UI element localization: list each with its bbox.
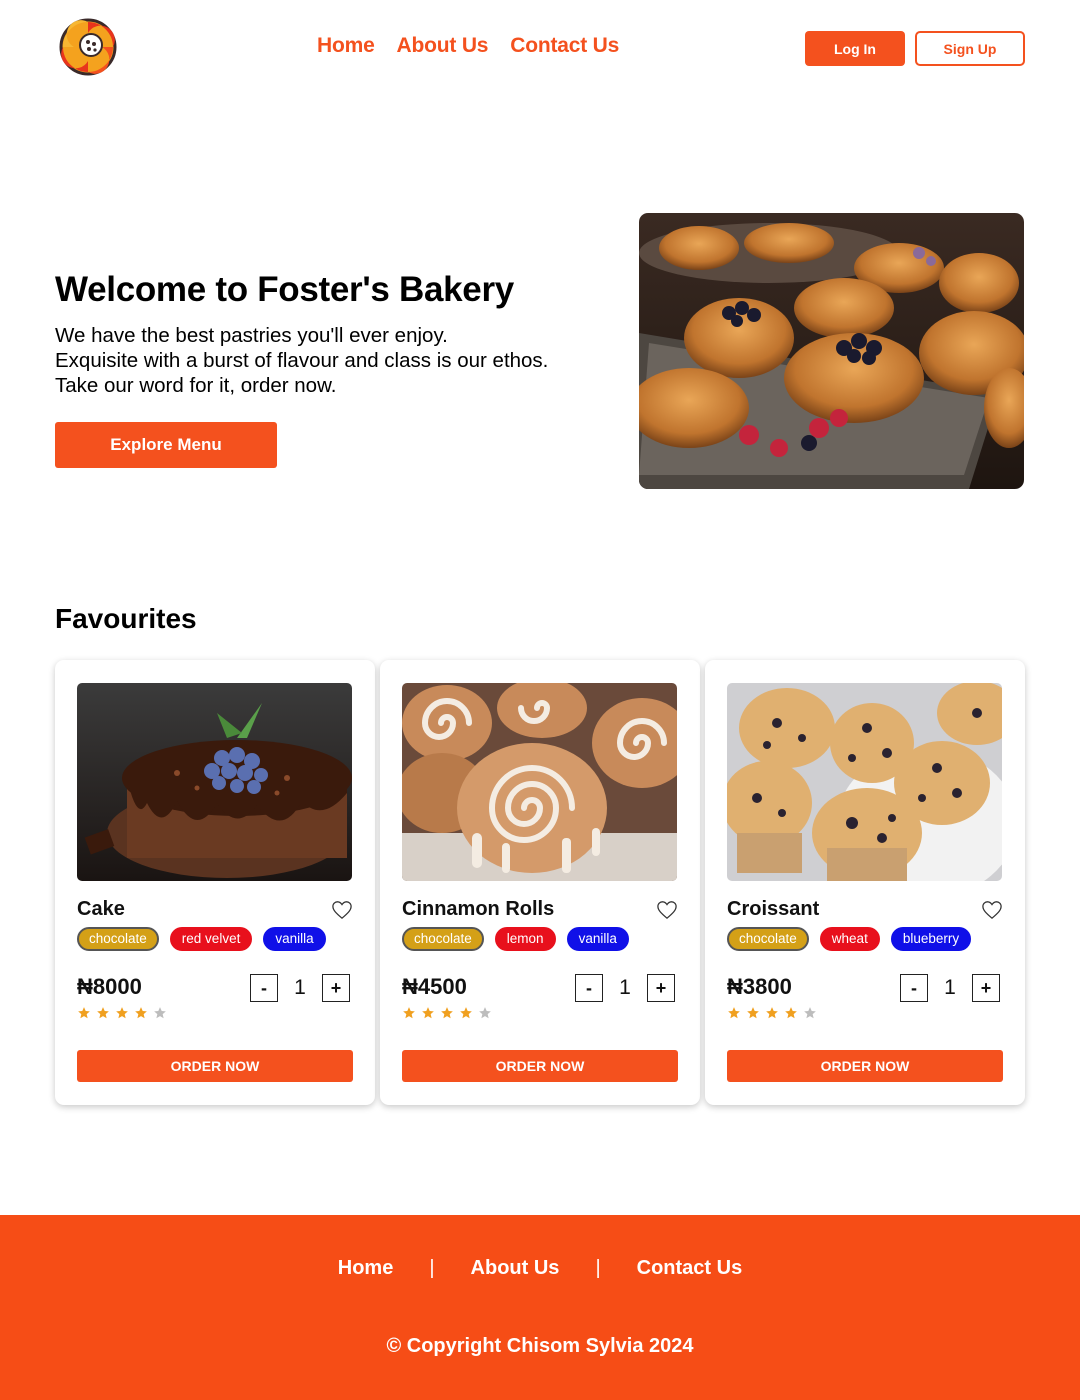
- tag-wheat: wheat: [819, 927, 880, 951]
- hero-description: We have the best pastries you'll ever en…: [55, 323, 548, 398]
- star-filled-icon: [97, 1007, 109, 1019]
- quantity-value: 1: [294, 976, 306, 999]
- decrease-quantity-button[interactable]: -: [250, 974, 278, 1002]
- product-name: Cinnamon Rolls: [402, 898, 555, 920]
- rating-stars: [402, 1006, 492, 1020]
- signup-button[interactable]: Sign Up: [915, 31, 1025, 66]
- nav-contact-link[interactable]: Contact Us: [510, 34, 619, 58]
- footer-home-link[interactable]: Home: [338, 1257, 394, 1280]
- heart-icon[interactable]: [981, 900, 1003, 920]
- increase-quantity-button[interactable]: +: [972, 974, 1000, 1002]
- tag-chocolate: chocolate: [727, 927, 809, 951]
- main-nav: Home About Us Contact Us: [317, 34, 619, 58]
- quantity-stepper: - 1 +: [900, 974, 1000, 1002]
- increase-quantity-button[interactable]: +: [647, 974, 675, 1002]
- footer-contact-link[interactable]: Contact Us: [637, 1257, 743, 1280]
- nav-home-link[interactable]: Home: [317, 34, 375, 58]
- tag-red-velvet: red velvet: [169, 927, 253, 951]
- hero-title: Welcome to Foster's Bakery: [55, 270, 514, 309]
- product-image: [402, 683, 677, 881]
- product-tags: chocolate red velvet vanilla: [77, 927, 326, 951]
- product-image: [727, 683, 1002, 881]
- nav-about-link[interactable]: About Us: [397, 34, 489, 58]
- footer-nav: Home | About Us | Contact Us: [0, 1257, 1080, 1280]
- tag-chocolate: chocolate: [77, 927, 159, 951]
- hero-line: We have the best pastries you'll ever en…: [55, 324, 448, 347]
- quantity-stepper: - 1 +: [250, 974, 350, 1002]
- copyright-text: © Copyright Chisom Sylvia 2024: [386, 1335, 694, 1357]
- star-filled-icon: [747, 1007, 759, 1019]
- product-price: ₦3800: [727, 974, 792, 999]
- star-filled-icon: [116, 1007, 128, 1019]
- tag-vanilla: vanilla: [263, 927, 326, 951]
- rating-stars: [77, 1006, 167, 1020]
- product-tags: chocolate wheat blueberry: [727, 927, 972, 951]
- quantity-value: 1: [944, 976, 956, 999]
- tag-chocolate: chocolate: [402, 927, 484, 951]
- bakery-logo-icon[interactable]: [59, 18, 117, 76]
- star-filled-icon: [766, 1007, 778, 1019]
- footer-separator: |: [429, 1257, 435, 1279]
- heart-icon[interactable]: [656, 900, 678, 920]
- order-now-button[interactable]: ORDER NOW: [402, 1050, 678, 1082]
- quantity-value: 1: [619, 976, 631, 999]
- login-button[interactable]: Log In: [805, 31, 905, 66]
- product-name: Croissant: [727, 898, 820, 920]
- heart-icon[interactable]: [331, 900, 353, 920]
- tag-blueberry: blueberry: [890, 927, 972, 951]
- star-filled-icon: [135, 1007, 147, 1019]
- star-empty-icon: [154, 1007, 166, 1019]
- decrease-quantity-button[interactable]: -: [900, 974, 928, 1002]
- star-empty-icon: [479, 1007, 491, 1019]
- hero-pastries-image: [639, 213, 1024, 489]
- tag-lemon: lemon: [494, 927, 556, 951]
- hero-line: Exquisite with a burst of flavour and cl…: [55, 349, 549, 372]
- favourites-title: Favourites: [55, 603, 197, 634]
- footer-separator: |: [595, 1257, 601, 1279]
- product-name: Cake: [77, 898, 125, 920]
- product-image: [77, 683, 352, 881]
- product-tags: chocolate lemon vanilla: [402, 927, 629, 951]
- footer-about-link[interactable]: About Us: [471, 1257, 560, 1280]
- tag-vanilla: vanilla: [566, 927, 629, 951]
- star-filled-icon: [441, 1007, 453, 1019]
- product-card-croissant: Croissant chocolate wheat blueberry ₦380…: [705, 660, 1025, 1105]
- star-empty-icon: [804, 1007, 816, 1019]
- product-card-cake: Cake chocolate red velvet vanilla ₦8000 …: [55, 660, 375, 1105]
- product-card-cinnamon-rolls: Cinnamon Rolls chocolate lemon vanilla ₦…: [380, 660, 700, 1105]
- star-filled-icon: [403, 1007, 415, 1019]
- decrease-quantity-button[interactable]: -: [575, 974, 603, 1002]
- quantity-stepper: - 1 +: [575, 974, 675, 1002]
- star-filled-icon: [785, 1007, 797, 1019]
- explore-menu-button[interactable]: Explore Menu: [55, 422, 277, 468]
- rating-stars: [727, 1006, 817, 1020]
- star-filled-icon: [78, 1007, 90, 1019]
- hero-line: Take our word for it, order now.: [55, 374, 337, 397]
- product-price: ₦8000: [77, 974, 142, 999]
- product-price: ₦4500: [402, 974, 467, 999]
- star-filled-icon: [422, 1007, 434, 1019]
- star-filled-icon: [460, 1007, 472, 1019]
- star-filled-icon: [728, 1007, 740, 1019]
- site-header: Home About Us Contact Us Log In Sign Up: [0, 0, 1080, 96]
- site-footer: Home | About Us | Contact Us © Copyright…: [0, 1215, 1080, 1400]
- order-now-button[interactable]: ORDER NOW: [727, 1050, 1003, 1082]
- increase-quantity-button[interactable]: +: [322, 974, 350, 1002]
- order-now-button[interactable]: ORDER NOW: [77, 1050, 353, 1082]
